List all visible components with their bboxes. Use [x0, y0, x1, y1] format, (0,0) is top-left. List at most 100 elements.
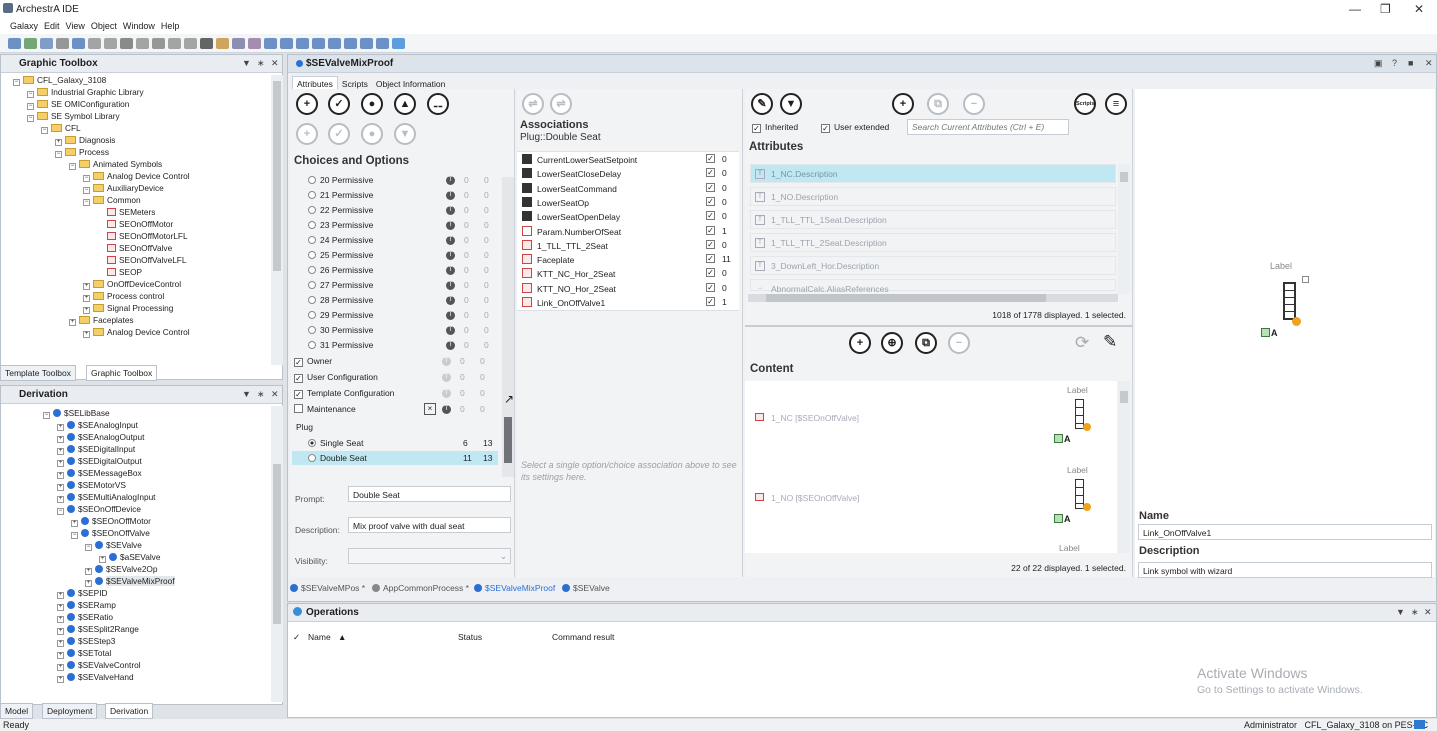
help-icon[interactable]: ? — [1392, 58, 1397, 68]
scripts-button[interactable]: Scripts — [1074, 93, 1096, 115]
association-row[interactable]: Param.NumberOfSeat ✓ 1 — [522, 225, 734, 237]
toolbar-tool-13-icon[interactable] — [200, 38, 213, 49]
expand-icon[interactable]: + — [57, 604, 64, 611]
horizontal-scrollbar[interactable] — [748, 294, 1118, 302]
description-field[interactable]: Link symbol with wizard — [1138, 562, 1432, 578]
toolbar-tool-1-icon[interactable] — [8, 38, 21, 49]
dropdown-icon[interactable]: ▼ — [242, 389, 251, 399]
tree-item[interactable]: + $aSEValve — [99, 552, 160, 563]
expand-icon[interactable]: + — [83, 307, 90, 314]
expand-icon[interactable]: + — [57, 436, 64, 443]
close-icon[interactable]: ✕ — [271, 389, 279, 400]
tree-item[interactable]: + Diagnosis — [55, 135, 115, 146]
radio-icon[interactable] — [308, 176, 316, 184]
tab-model[interactable]: Model — [0, 703, 34, 719]
search-attributes-input[interactable] — [907, 119, 1069, 135]
choice-row[interactable]: 28 Permissive T 0 0 — [298, 295, 498, 305]
tree-item[interactable]: − $SELibBase — [43, 408, 110, 419]
toolbar-tool-16-icon[interactable] — [248, 38, 261, 49]
inherited-checkbox[interactable]: ✓ Inherited — [752, 122, 798, 133]
choice-row[interactable]: ✓ Template Configuration T 0 0 — [294, 388, 494, 399]
expand-icon[interactable]: − — [27, 115, 34, 122]
choice-row[interactable]: 27 Permissive T 0 0 — [298, 280, 498, 290]
toolbar-tool-14-icon[interactable] — [216, 38, 229, 49]
pin-icon[interactable]: ∗ — [257, 389, 265, 400]
edit-pencil-icon[interactable]: ✎ — [751, 93, 773, 115]
choice-row[interactable]: 30 Permissive T 0 0 — [298, 325, 498, 335]
toolbar-tool-12-icon[interactable] — [184, 38, 197, 49]
toolbar-tool-19-icon[interactable] — [296, 38, 309, 49]
checkbox-icon[interactable]: ✓ — [706, 282, 715, 292]
content-row[interactable]: 1_NO [$SEOnOffValve] Label A — [745, 461, 1117, 541]
choice-row[interactable]: Maintenance T × 0 0 — [294, 403, 494, 415]
doc-tab[interactable]: AppCommonProcess * — [372, 583, 469, 593]
toolbar-tool-3-icon[interactable] — [40, 38, 53, 49]
scrollbar[interactable] — [1118, 164, 1130, 294]
expand-icon[interactable]: + — [57, 628, 64, 635]
test-icon[interactable]: ⚋ — [427, 93, 449, 115]
edit-option-icon[interactable]: ✓ — [328, 93, 350, 115]
tab-derivation[interactable]: Derivation — [105, 703, 154, 719]
checkbox-icon[interactable]: ✓ — [706, 268, 715, 278]
visibility-select[interactable]: ⌄ — [348, 548, 511, 564]
tree-item[interactable]: + $SEMotorVS — [57, 480, 126, 491]
toolbar-tool-2-icon[interactable] — [24, 38, 37, 49]
tree-item[interactable]: + $SETotal — [57, 648, 111, 659]
toolbar-tool-25-icon[interactable] — [392, 38, 405, 49]
content-row[interactable]: 1_NC [$SEOnOffValve] Label A — [745, 381, 1117, 461]
expand-icon[interactable]: + — [83, 331, 90, 338]
choice-row[interactable]: ✓ User Configuration T 0 0 — [294, 372, 494, 383]
expand-icon[interactable]: + — [57, 424, 64, 431]
expand-icon[interactable]: − — [55, 151, 62, 158]
scrollbar[interactable] — [271, 406, 283, 702]
checkbox-icon[interactable]: ✓ — [706, 154, 715, 163]
doc-tab[interactable]: $SEValveMPos * — [290, 583, 365, 593]
window-icon[interactable]: ▣ — [1374, 58, 1383, 69]
radio-icon[interactable] — [308, 454, 316, 462]
checkbox-icon[interactable]: ✓ — [706, 254, 715, 264]
tree-item[interactable]: − Industrial Graphic Library — [27, 87, 144, 98]
choice-row[interactable]: ✓ Owner T 0 0 — [294, 356, 494, 367]
add-option-icon[interactable]: + — [296, 93, 318, 115]
association-row[interactable]: Link_OnOffValve1 ✓ 1 — [522, 297, 734, 308]
tab-deployment[interactable]: Deployment — [42, 703, 98, 719]
toolbar-tool-21-icon[interactable] — [328, 38, 341, 49]
toolbar-tool-5-icon[interactable] — [72, 38, 85, 49]
scrollbar[interactable] — [271, 75, 283, 365]
expand-icon[interactable]: − — [83, 175, 90, 182]
add-content-icon[interactable]: + — [849, 332, 871, 354]
radio-icon[interactable] — [308, 296, 316, 304]
attribute-row[interactable]: T 1_NC.Description — [750, 164, 1116, 183]
radio-icon[interactable] — [308, 221, 316, 229]
expand-icon[interactable]: − — [57, 508, 64, 515]
tree-item[interactable]: SEOnOffMotor — [107, 219, 173, 230]
add-all-icon[interactable]: ⊕ — [881, 332, 903, 354]
tree-item[interactable]: + $SEMessageBox — [57, 468, 142, 479]
checkbox-icon[interactable] — [294, 404, 303, 413]
tree-item[interactable]: − CFL — [41, 123, 81, 134]
pin-icon[interactable]: ∗ — [257, 58, 265, 69]
name-input[interactable]: Link_OnOffValve1 — [1138, 524, 1432, 540]
pencil-icon[interactable]: ✎ — [1103, 332, 1117, 352]
expand-icon[interactable]: − — [41, 127, 48, 134]
tree-item[interactable]: + $SEAnalogOutput — [57, 432, 144, 443]
duplicate-icon[interactable]: ⧉ — [915, 332, 937, 354]
tree-item[interactable]: − SE Symbol Library — [27, 111, 120, 122]
radio-icon[interactable] — [308, 251, 316, 259]
tree-item[interactable]: + $SEValveControl — [57, 660, 141, 671]
toolbar-tool-4-icon[interactable] — [56, 38, 69, 49]
expand-icon[interactable]: + — [99, 556, 106, 563]
radio-icon[interactable] — [308, 191, 316, 199]
choice-row[interactable]: 29 Permissive T 0 0 — [298, 310, 498, 320]
tree-item[interactable]: − Analog Device Control — [83, 171, 190, 182]
expand-icon[interactable]: + — [57, 448, 64, 455]
toolbar-tool-10-icon[interactable] — [152, 38, 165, 49]
expand-icon[interactable]: + — [85, 580, 92, 587]
association-row[interactable]: KTT_NC_Hor_2Seat ✓ 0 — [522, 268, 734, 279]
add-attribute-icon[interactable]: + — [892, 93, 914, 115]
toolbar-tool-18-icon[interactable] — [280, 38, 293, 49]
tree-item[interactable]: + OnOffDeviceControl — [83, 279, 181, 290]
tree-item[interactable]: + $SEDigitalInput — [57, 444, 135, 455]
tree-item[interactable]: − SE OMIConfiguration — [27, 99, 129, 110]
checkbox-icon[interactable]: ✓ — [294, 358, 303, 367]
